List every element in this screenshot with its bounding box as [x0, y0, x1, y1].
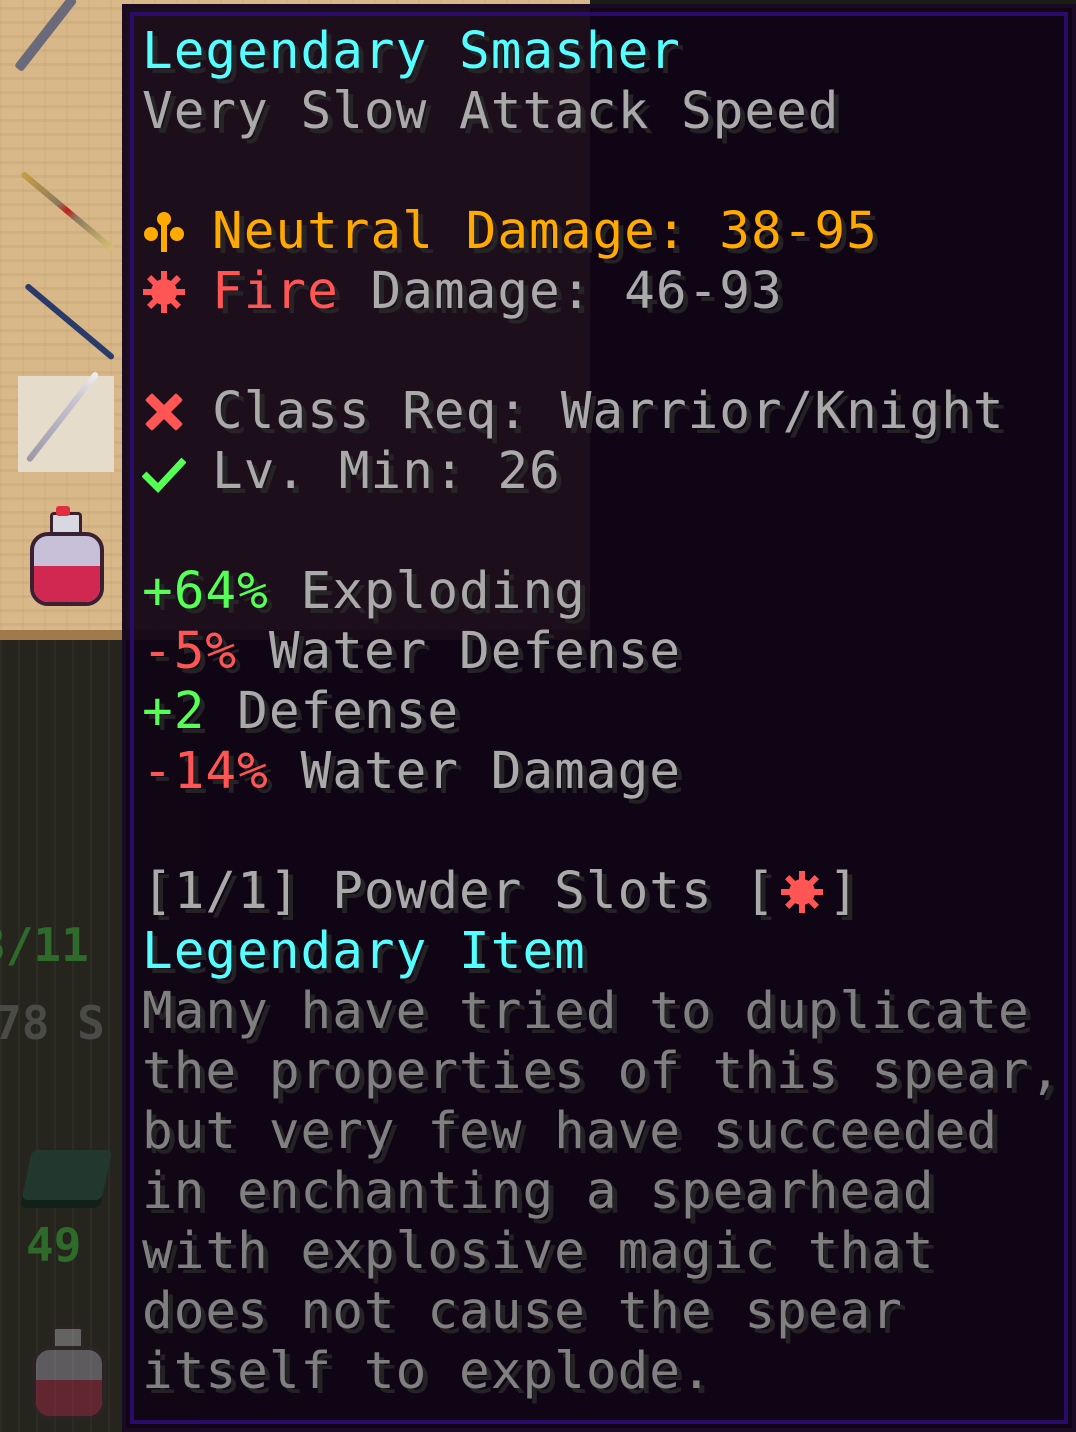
lore-line: Many have tried to duplicate: [142, 982, 1030, 1041]
identification-name: Defense: [205, 682, 460, 741]
powder-slots-close: ]: [828, 862, 860, 921]
level-requirement: Lv. Min: 26: [212, 442, 561, 501]
identification-water-defense: -5% Water Defense: [142, 622, 1061, 682]
identification-exploding: +64% Exploding: [142, 562, 1061, 622]
identification-value: -14%: [142, 742, 269, 801]
check-icon: [142, 450, 186, 494]
identification-value: +64%: [142, 562, 269, 621]
identification-value: +2: [142, 682, 206, 741]
lore-line: does not cause the spear: [142, 1282, 903, 1341]
neutral-damage-line: Neutral Damage: 38-95: [142, 202, 1061, 262]
rarity: Legendary Item: [142, 922, 586, 981]
lore-line: the properties of this spear,: [142, 1042, 1062, 1101]
identification-value: -5%: [142, 622, 238, 681]
health-potion-icon[interactable]: [28, 506, 104, 608]
identification-name: Water Damage: [268, 742, 681, 801]
tooltip-content: Legendary Smasher Very Slow Attack Speed…: [142, 22, 1061, 1402]
game-screen: 3/11 78 S 49 Legendary Smasher Very Slow…: [0, 0, 1076, 1432]
powder-slots-line: [1/1] Powder Slots [ ]: [142, 862, 1061, 922]
lore-line: but very few have succeeded: [142, 1102, 999, 1161]
fire-powder-icon: [780, 870, 824, 914]
lore-line: with explosive magic that: [142, 1222, 935, 1281]
powder-slots-label: [1/1] Powder Slots [: [142, 862, 777, 921]
lore-line: in enchanting a spearhead: [142, 1162, 935, 1221]
identification-water-damage: -14% Water Damage: [142, 742, 1061, 802]
item-name: Legendary Smasher: [142, 22, 681, 81]
identification-name: Water Defense: [237, 622, 681, 681]
faded-potion-icon: [30, 1326, 106, 1422]
identification-defense: +2 Defense: [142, 682, 1061, 742]
neutral-damage: Neutral Damage: 38-95: [212, 202, 878, 261]
fire-damage-line: Fire Damage: 46-93: [142, 262, 1061, 322]
item-count-text: 49: [26, 1218, 82, 1272]
level-requirement-line: Lv. Min: 26: [142, 442, 1061, 502]
book-item-icon[interactable]: [19, 1150, 113, 1208]
class-requirement: Class Req: Warrior/Knight: [212, 382, 1005, 441]
class-requirement-line: Class Req: Warrior/Knight: [142, 382, 1061, 442]
fire-label: Fire: [212, 262, 339, 321]
background-stat-text: 3/11: [0, 918, 89, 972]
attack-speed: Very Slow Attack Speed: [142, 82, 840, 141]
cross-icon: [142, 390, 186, 434]
lore-line: itself to explode.: [142, 1342, 713, 1401]
background-label-text: 78 S: [0, 996, 105, 1050]
identification-name: Exploding: [268, 562, 586, 621]
neutral-element-icon: [142, 210, 186, 254]
selected-inventory-slot[interactable]: [18, 370, 114, 472]
fire-damage: Damage: 46-93: [338, 262, 783, 321]
smasher-item-icon: [25, 370, 100, 463]
fire-element-icon: [142, 270, 186, 314]
